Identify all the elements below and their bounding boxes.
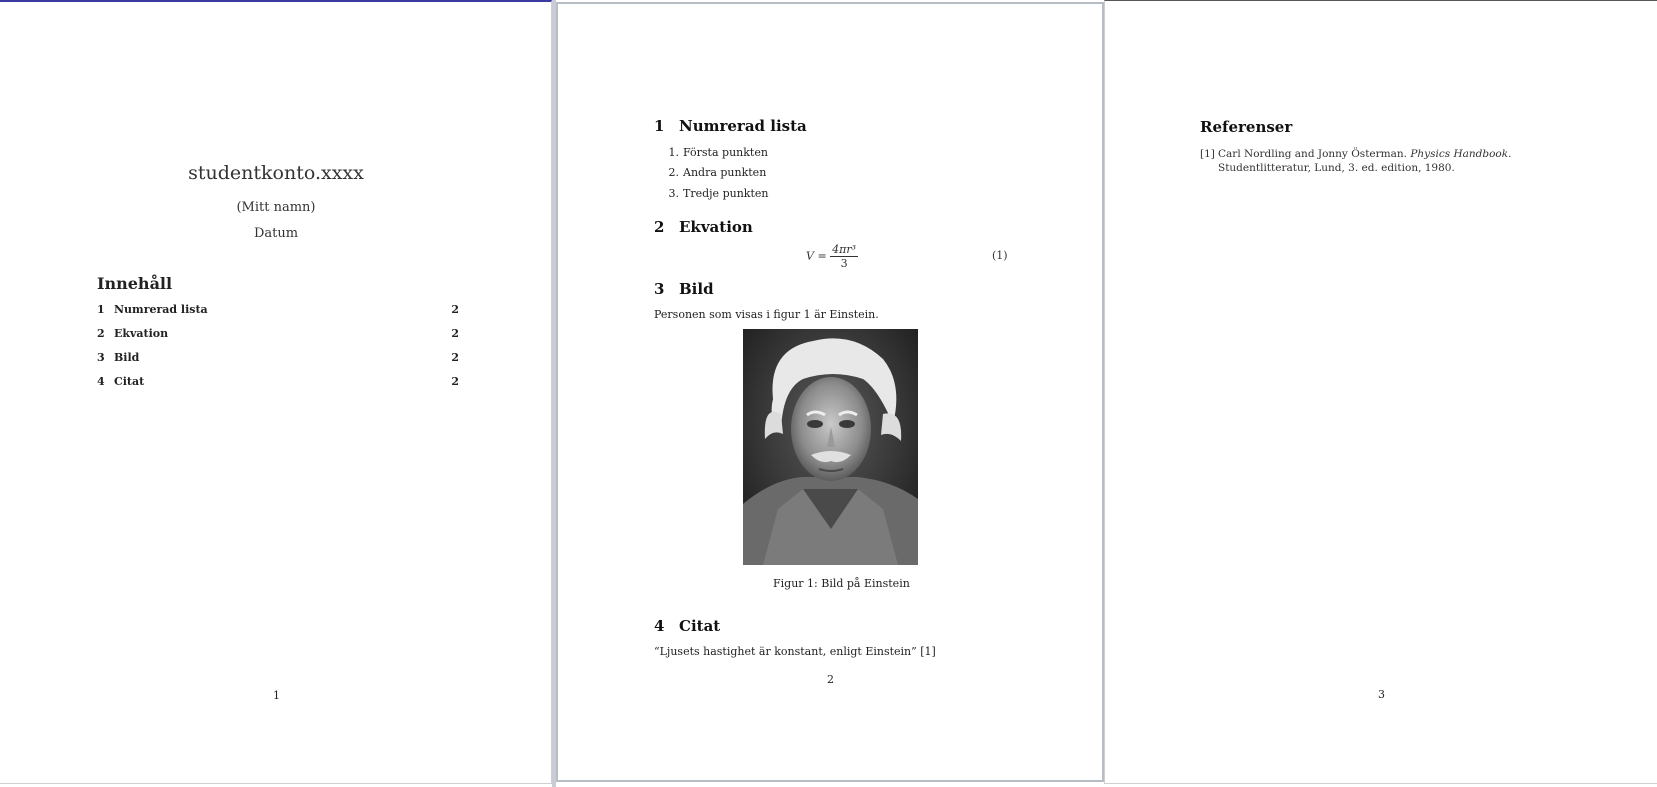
list-item: 2. Andra punkten: [666, 166, 767, 179]
equation-lhs: V =: [806, 249, 827, 263]
list-item-number: 3.: [668, 187, 680, 200]
section-number: 1: [654, 117, 665, 135]
section-heading: 2 Ekvation: [654, 218, 753, 236]
page-number: 1: [273, 689, 280, 702]
toc-entry[interactable]: 3 Bild 2: [97, 351, 459, 364]
equation: V = 4πr³ 3: [806, 243, 859, 270]
reference-label: [1]: [1200, 148, 1215, 160]
toc-entry-page: 2: [451, 303, 459, 316]
toc-entry-text: Ekvation: [114, 327, 169, 340]
section-number: 3: [654, 280, 665, 298]
toc-entry[interactable]: 4 Citat 2: [97, 375, 459, 388]
list-item-text: Andra punkten: [683, 166, 767, 179]
section-number: 2: [654, 218, 665, 236]
page-1: studentkonto.xxxx (Mitt namn) Datum Inne…: [0, 0, 552, 784]
list-item-text: Tredje punkten: [683, 187, 769, 200]
toc-entry-page: 2: [451, 327, 459, 340]
document-title: studentkonto.xxxx: [188, 162, 364, 184]
reference-entry: [1] Carl Nordling and Jonny Österman. Ph…: [1200, 147, 1580, 175]
references-heading: Referenser: [1200, 118, 1293, 136]
page-3: 3: [1104, 0, 1657, 784]
figure-caption: Figur 1: Bild på Einstein: [773, 577, 910, 590]
page-number: 3: [1378, 688, 1385, 701]
reference-authors: Carl Nordling and Jonny Österman.: [1218, 148, 1407, 160]
toc-entry[interactable]: 2 Ekvation 2: [97, 327, 459, 340]
equation-fraction: 4πr³ 3: [830, 243, 859, 270]
section-heading: 1 Numrerad lista: [654, 117, 807, 135]
toc-heading: Innehåll: [97, 274, 173, 293]
toc-entry-page: 2: [451, 375, 459, 388]
reference-publisher: Studentlitteratur, Lund, 3. ed. edition,…: [1218, 162, 1455, 174]
section-heading: 3 Bild: [654, 280, 714, 298]
toc-entry-number: 4: [97, 375, 105, 388]
section-title: Citat: [679, 617, 721, 635]
document-author: (Mitt namn): [236, 200, 316, 215]
toc-entry-text: Bild: [114, 351, 140, 364]
list-item-text: Första punkten: [683, 146, 768, 159]
list-item-number: 2.: [668, 166, 680, 179]
section-title: Ekvation: [679, 218, 753, 236]
document-date: Datum: [253, 226, 299, 241]
toc-entry-number: 1: [97, 303, 105, 316]
toc-entry-number: 3: [97, 351, 105, 364]
toc-entry-text: Numrerad lista: [114, 303, 208, 316]
section-heading: 4 Citat: [654, 617, 720, 635]
page-number: 2: [827, 673, 834, 686]
list-item: 1. Första punkten: [666, 146, 768, 159]
quote-paragraph: “Ljusets hastighet är konstant, enligt E…: [654, 645, 936, 658]
equation-number: (1): [992, 249, 1008, 262]
equation-denominator: 3: [840, 257, 848, 270]
toc-entry[interactable]: 1 Numrerad lista 2: [97, 303, 459, 316]
toc-entry-page: 2: [451, 351, 459, 364]
section-number: 4: [654, 617, 665, 635]
toc-entry-number: 2: [97, 327, 105, 340]
section-title: Numrerad lista: [679, 117, 807, 135]
list-item: 3. Tredje punkten: [666, 187, 769, 200]
einstein-portrait-image: [743, 329, 918, 565]
paragraph: Personen som visas i figur 1 är Einstein…: [654, 308, 879, 321]
reference-body: Carl Nordling and Jonny Österman. Physic…: [1218, 147, 1580, 175]
list-item-number: 1.: [668, 146, 680, 159]
equation-numerator: 4πr³: [830, 243, 859, 257]
section-title: Bild: [679, 280, 714, 298]
reference-title: Physics Handbook.: [1410, 148, 1512, 160]
toc-entry-text: Citat: [114, 375, 145, 388]
